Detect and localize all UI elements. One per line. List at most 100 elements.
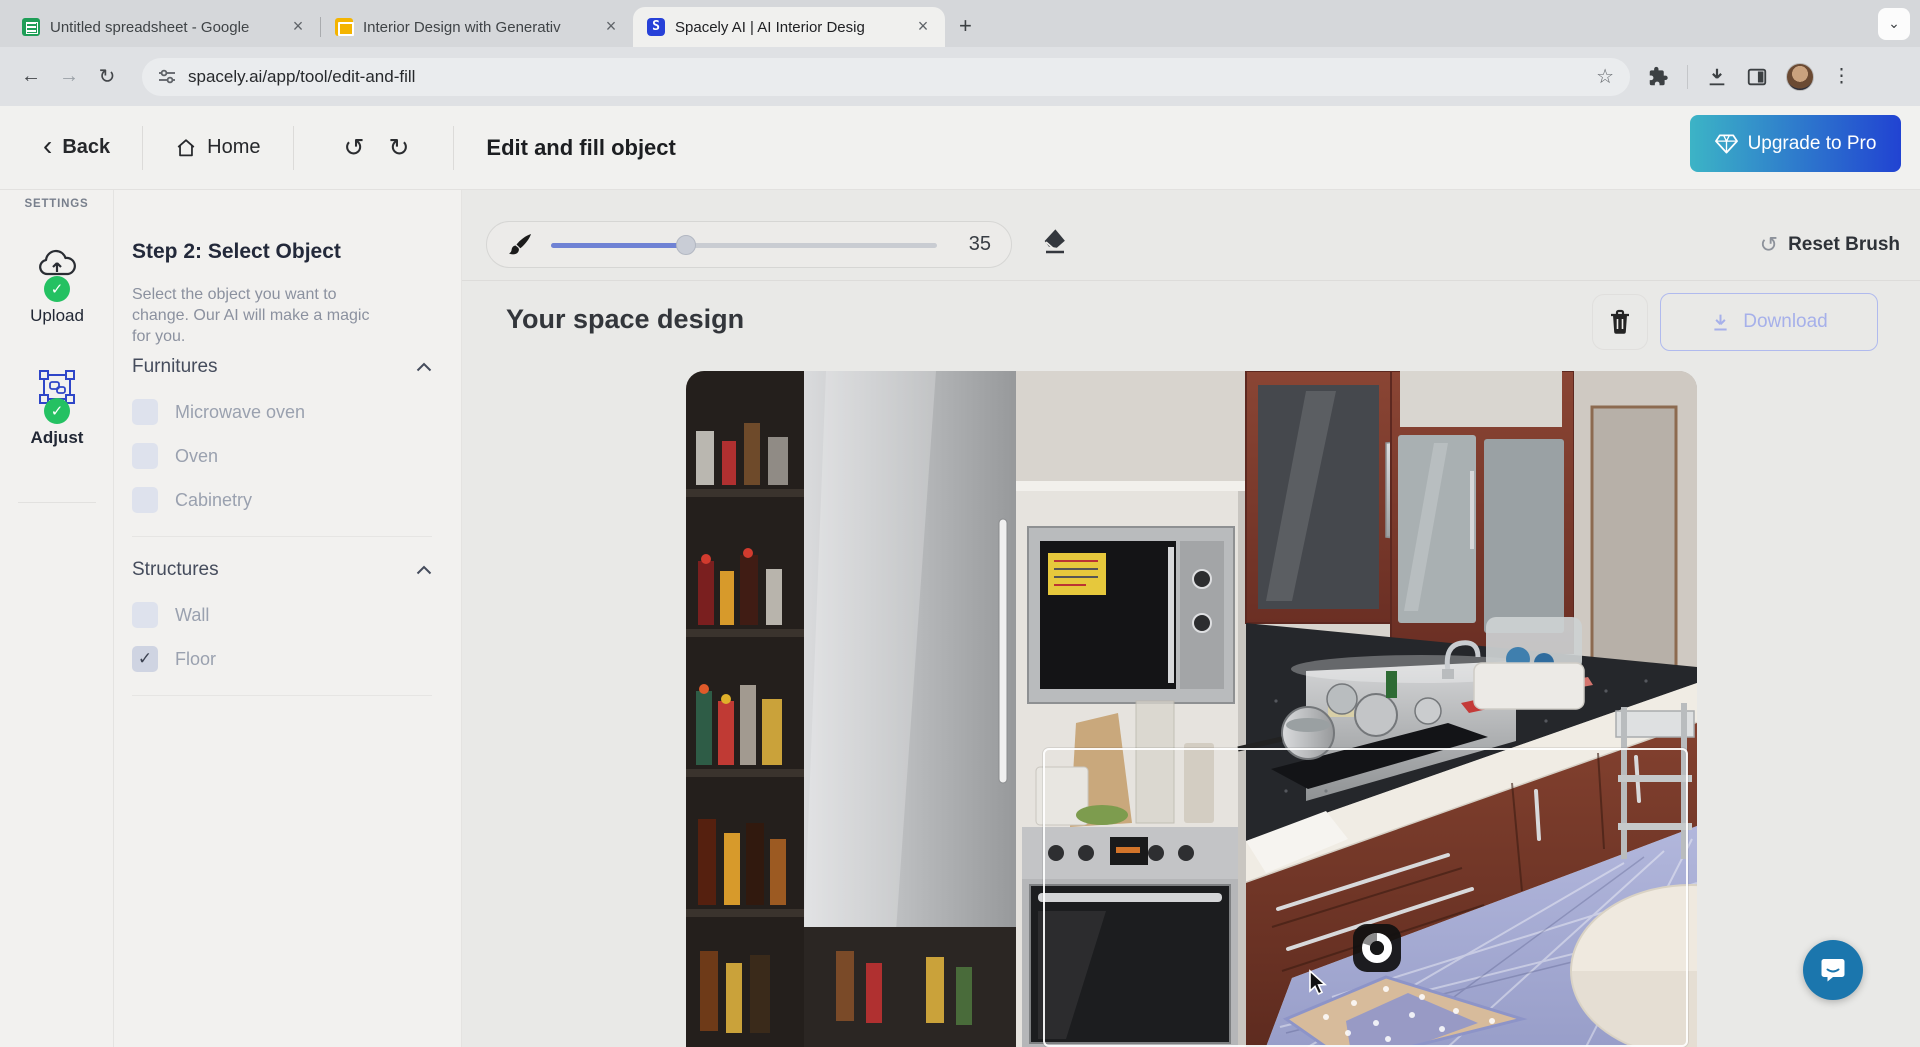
checkbox-wall[interactable]: Wall bbox=[132, 593, 432, 637]
browser-tab-strip: Untitled spreadsheet - Google × Interior… bbox=[0, 0, 1920, 47]
brush-icon[interactable] bbox=[507, 232, 533, 258]
object-section: Structures Wall ✓ Floor bbox=[132, 553, 432, 696]
right-upper-cabinets bbox=[1391, 371, 1574, 653]
url-text[interactable]: spacely.ai/app/tool/edit-and-fill bbox=[188, 67, 1584, 87]
tab-close-icon[interactable]: × bbox=[913, 17, 933, 37]
home-label: Home bbox=[207, 136, 260, 159]
checkbox-label: Wall bbox=[175, 605, 209, 626]
adjust-done-check-icon: ✓ bbox=[44, 398, 70, 424]
section-title: Structures bbox=[132, 559, 219, 581]
checkbox-unchecked-icon[interactable] bbox=[132, 443, 158, 469]
rail-step-adjust[interactable]: ✓ Adjust bbox=[0, 370, 114, 448]
brush-size-control: 35 bbox=[486, 221, 1012, 268]
browser-reload-button[interactable]: ↻ bbox=[88, 64, 126, 89]
tab-spacely-active[interactable]: Spacely AI | AI Interior Desig × bbox=[633, 7, 945, 47]
redo-button[interactable]: ↻ bbox=[376, 133, 421, 163]
gem-icon bbox=[1715, 134, 1738, 154]
upgrade-to-pro-button[interactable]: Upgrade to Pro bbox=[1690, 115, 1901, 172]
google-slides-favicon-icon bbox=[335, 18, 353, 36]
checkbox-unchecked-icon[interactable] bbox=[132, 487, 158, 513]
brush-size-slider[interactable] bbox=[551, 235, 937, 255]
checkbox-floor[interactable]: ✓ Floor bbox=[132, 637, 432, 681]
checkbox-checked-icon[interactable]: ✓ bbox=[132, 646, 158, 672]
design-canvas[interactable] bbox=[686, 371, 1697, 1047]
browser-toolbar: ← → ↻ spacely.ai/app/tool/edit-and-fill … bbox=[0, 47, 1920, 106]
eraser-icon bbox=[1036, 226, 1068, 256]
browser-profile-avatar[interactable] bbox=[1786, 63, 1814, 91]
section-title: Furnitures bbox=[132, 356, 218, 378]
spinner-ring-icon bbox=[1360, 931, 1394, 965]
tab-title: Spacely AI | AI Interior Desig bbox=[675, 19, 903, 36]
back-button[interactable]: ‹ Back bbox=[43, 133, 110, 162]
chevron-up-icon bbox=[416, 362, 432, 372]
download-icon bbox=[1710, 312, 1731, 333]
home-icon bbox=[175, 137, 197, 159]
toolbar-divider bbox=[1687, 65, 1688, 89]
eraser-button[interactable] bbox=[1036, 226, 1068, 256]
brush-size-value: 35 bbox=[955, 233, 991, 256]
loading-spinner bbox=[1353, 924, 1401, 972]
address-bar[interactable]: spacely.ai/app/tool/edit-and-fill ☆ bbox=[142, 58, 1630, 96]
spacely-favicon-icon bbox=[647, 18, 665, 36]
tab-close-icon[interactable]: × bbox=[601, 17, 621, 37]
settings-rail: SETTINGS ✓ Upload ✓ Adjust bbox=[0, 190, 114, 1047]
chat-bubble-icon bbox=[1818, 955, 1848, 985]
trash-icon bbox=[1608, 309, 1632, 335]
rail-step-label: Upload bbox=[30, 306, 84, 326]
side-panel-icon[interactable] bbox=[1746, 66, 1768, 88]
tab-interior-design-doc[interactable]: Interior Design with Generativ × bbox=[321, 7, 633, 47]
browser-back-button[interactable]: ← bbox=[12, 65, 50, 88]
rail-divider bbox=[18, 502, 96, 503]
tab-search-button[interactable]: ⌄ bbox=[1878, 8, 1910, 40]
rail-step-upload[interactable]: ✓ Upload bbox=[0, 248, 114, 326]
section-header-furnitures[interactable]: Furnitures bbox=[132, 350, 432, 384]
tab-close-icon[interactable]: × bbox=[288, 17, 308, 37]
download-label: Download bbox=[1743, 311, 1828, 333]
home-button[interactable]: Home bbox=[175, 136, 260, 159]
bookmark-star-icon[interactable]: ☆ bbox=[1596, 64, 1614, 89]
slider-fill bbox=[551, 243, 686, 248]
upload-done-check-icon: ✓ bbox=[44, 276, 70, 302]
extensions-puzzle-icon[interactable] bbox=[1648, 66, 1669, 87]
brush-toolbar: 35 ↺ Reset Brush bbox=[462, 190, 1920, 281]
new-tab-button[interactable]: + bbox=[945, 13, 986, 47]
settings-rail-label: SETTINGS bbox=[0, 198, 113, 210]
object-sections: Furnitures Microwave oven OvenCabinetry Str… bbox=[132, 350, 432, 712]
reset-brush-label: Reset Brush bbox=[1788, 234, 1900, 256]
back-chevron-icon: ‹ bbox=[43, 130, 52, 162]
microwave bbox=[1028, 527, 1234, 703]
left-shelving-clutter bbox=[686, 371, 804, 1047]
browser-forward-button[interactable]: → bbox=[50, 65, 88, 88]
header-divider bbox=[293, 126, 294, 170]
site-settings-icon[interactable] bbox=[158, 68, 176, 86]
checkbox-label: Microwave oven bbox=[175, 402, 305, 423]
undo-button[interactable]: ↺ bbox=[332, 133, 377, 163]
slider-thumb[interactable] bbox=[676, 235, 696, 255]
stainless-tall-cabinet bbox=[804, 371, 1016, 1047]
download-button[interactable]: Download bbox=[1660, 293, 1878, 351]
checkbox-oven[interactable]: Oven bbox=[132, 434, 432, 478]
checkbox-microwave-oven[interactable]: Microwave oven bbox=[132, 390, 432, 434]
section-header-structures[interactable]: Structures bbox=[132, 553, 432, 587]
tab-google-sheets[interactable]: Untitled spreadsheet - Google × bbox=[8, 7, 320, 47]
header-divider bbox=[453, 126, 454, 170]
delete-design-button[interactable] bbox=[1592, 294, 1648, 350]
upgrade-label: Upgrade to Pro bbox=[1748, 133, 1877, 155]
tab-title: Untitled spreadsheet - Google bbox=[50, 19, 278, 36]
application-window: Untitled spreadsheet - Google × Interior… bbox=[0, 0, 1920, 1047]
chat-support-button[interactable] bbox=[1803, 940, 1863, 1000]
chevron-up-icon bbox=[416, 565, 432, 575]
checkbox-unchecked-icon[interactable] bbox=[132, 602, 158, 628]
space-design-heading: Your space design bbox=[506, 304, 744, 335]
checkbox-unchecked-icon[interactable] bbox=[132, 399, 158, 425]
google-sheets-favicon-icon bbox=[22, 18, 40, 36]
page-title: Edit and fill object bbox=[486, 135, 675, 161]
app-header: ‹ Back Home ↺ ↻ Edit and fill object Upg… bbox=[0, 106, 1920, 190]
browser-menu-icon[interactable]: ⋮ bbox=[1832, 65, 1851, 88]
reset-brush-button[interactable]: ↺ Reset Brush bbox=[1760, 232, 1900, 258]
checkbox-label: Floor bbox=[175, 649, 216, 670]
step-description: Select the object you want to change. Ou… bbox=[132, 284, 384, 347]
downloads-icon[interactable] bbox=[1706, 66, 1728, 88]
checkbox-cabinetry[interactable]: Cabinetry bbox=[132, 478, 432, 522]
step-title: Step 2: Select Object bbox=[132, 240, 341, 264]
